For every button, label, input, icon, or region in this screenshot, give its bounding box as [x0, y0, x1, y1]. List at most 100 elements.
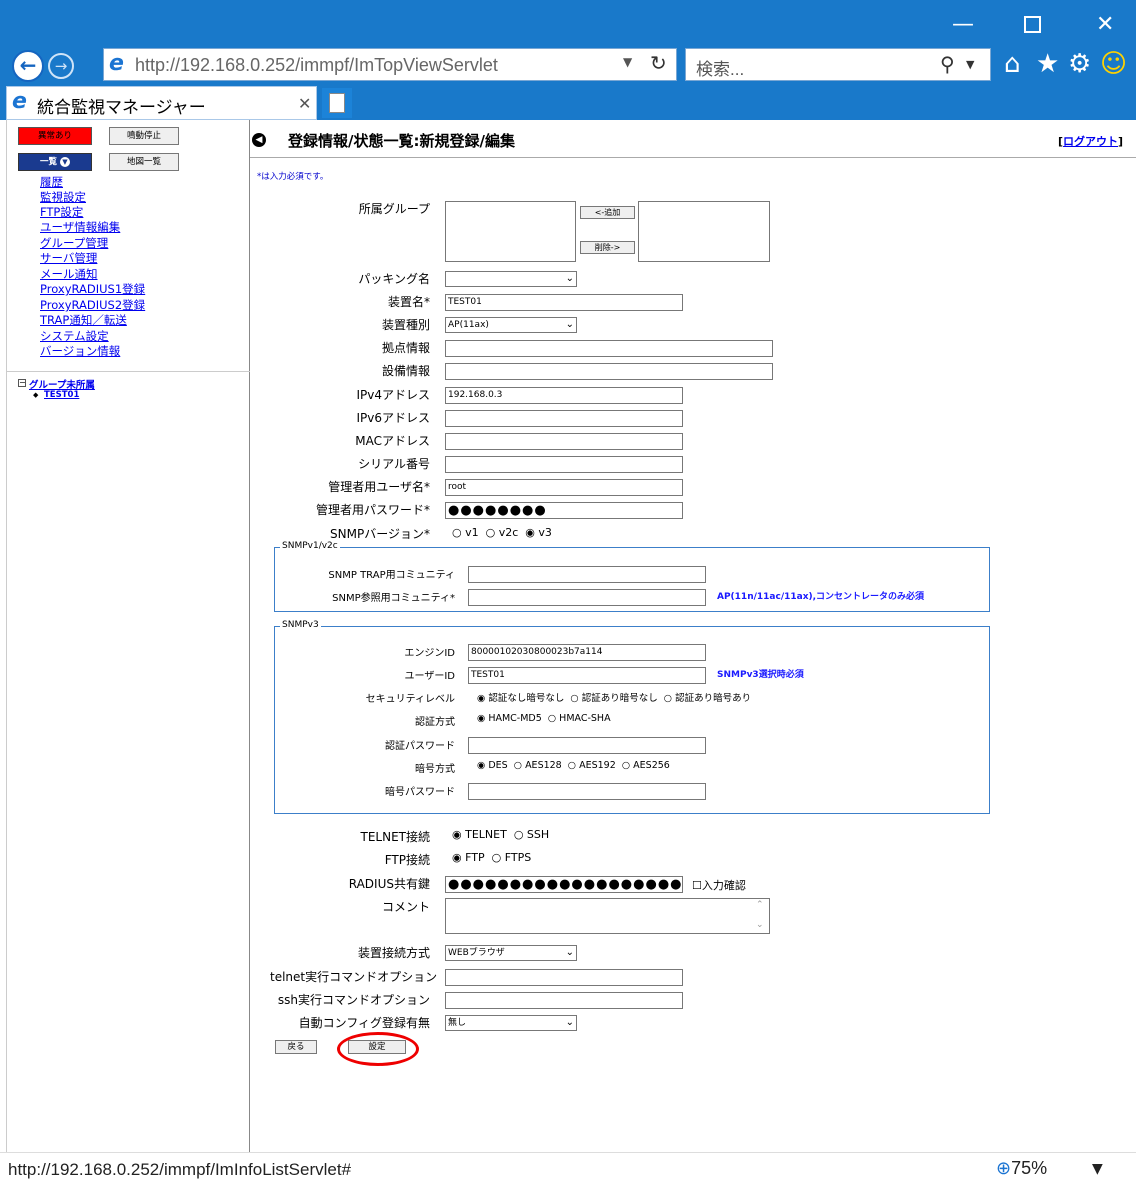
- close-icon[interactable]: ✕: [1096, 14, 1114, 36]
- address-bar[interactable]: e http://192.168.0.252/immpf/ImTopViewSe…: [103, 48, 677, 81]
- search-box[interactable]: 検索... ⚲ ▼: [685, 48, 991, 81]
- radio-off-icon[interactable]: ○: [514, 760, 522, 771]
- radio-on-icon[interactable]: ◉: [452, 851, 462, 864]
- maximize-icon[interactable]: [1024, 16, 1041, 33]
- zoom-level[interactable]: ⊕75%: [996, 1158, 1047, 1179]
- snmp-v2c-label: v2c: [498, 526, 519, 539]
- close-tab-icon[interactable]: ✕: [298, 94, 311, 113]
- smiley-icon[interactable]: ☺: [1100, 50, 1127, 78]
- nav-system-settings[interactable]: システム設定: [40, 330, 109, 343]
- nav-version-info[interactable]: バージョン情報: [40, 345, 120, 358]
- radio-off-icon[interactable]: ○: [486, 526, 496, 539]
- logout-link[interactable]: ログアウト: [1063, 135, 1118, 148]
- auth-password-input[interactable]: [468, 737, 706, 754]
- refresh-icon[interactable]: ↻: [650, 51, 667, 75]
- nav-user-edit[interactable]: ユーザ情報編集: [40, 221, 120, 234]
- equip-input[interactable]: [445, 363, 773, 380]
- trap-community-input[interactable]: [468, 566, 706, 583]
- available-group-list[interactable]: [638, 201, 770, 262]
- radio-off-icon[interactable]: ○: [570, 693, 578, 704]
- back-circle-icon[interactable]: ◀: [252, 133, 266, 147]
- forward-button[interactable]: →: [48, 53, 74, 79]
- home-icon[interactable]: ⌂: [1004, 50, 1021, 78]
- admin-user-input[interactable]: root: [445, 479, 683, 496]
- radio-off-icon[interactable]: ○: [548, 713, 556, 724]
- tree-device-link[interactable]: TEST01: [44, 390, 79, 400]
- admin-password-input[interactable]: ●●●●●●●●: [445, 502, 683, 519]
- radio-on-icon[interactable]: ◉: [477, 693, 485, 704]
- ref-community-hint: AP(11n/11ac/11ax),コンセントレータのみ必須: [717, 592, 925, 602]
- ipv6-input[interactable]: [445, 410, 683, 427]
- collapse-icon[interactable]: −: [18, 379, 26, 387]
- ipv4-input[interactable]: 192.168.0.3: [445, 387, 683, 404]
- radius-key-input[interactable]: ●●●●●●●●●●●●●●●●●●●●●●●: [445, 876, 683, 893]
- nav-server-manage[interactable]: サーバ管理: [40, 252, 97, 265]
- scroll-arrows-icon[interactable]: ⌃ ⌄: [756, 900, 764, 930]
- nav-history[interactable]: 履歴: [40, 176, 63, 189]
- site-input[interactable]: [445, 340, 773, 357]
- minimize-icon[interactable]: —: [952, 14, 974, 36]
- radio-on-icon[interactable]: ◉: [452, 828, 462, 841]
- mac-input[interactable]: [445, 433, 683, 450]
- ftps-option-label: FTPS: [504, 851, 532, 864]
- radio-off-icon[interactable]: ○: [664, 693, 672, 704]
- alarm-button[interactable]: 異常あり: [18, 127, 92, 145]
- conn-method-select[interactable]: WEBブラウザ ⌄: [445, 945, 577, 961]
- map-button[interactable]: 地図一覧: [109, 153, 179, 171]
- radio-on-icon[interactable]: ◉: [477, 713, 485, 724]
- nav-group-manage[interactable]: グループ管理: [40, 237, 108, 250]
- device-name-input[interactable]: TEST01: [445, 294, 683, 311]
- star-icon[interactable]: ★: [1036, 50, 1059, 78]
- sidebar-divider: [7, 371, 250, 372]
- nav-monitor-settings[interactable]: 監視設定: [40, 191, 86, 204]
- group-list[interactable]: [445, 201, 576, 262]
- ftp-group: ◉ FTP ○ FTPS: [452, 851, 531, 864]
- mute-button[interactable]: 鳴動停止: [109, 127, 179, 145]
- device-type-select[interactable]: AP(11ax) ⌄: [445, 317, 577, 333]
- ref-community-input[interactable]: [468, 589, 706, 606]
- nav-proxyradius2[interactable]: ProxyRADIUS2登録: [40, 299, 145, 312]
- radio-off-icon[interactable]: ○: [514, 828, 524, 841]
- auto-config-select[interactable]: 無し ⌄: [445, 1015, 577, 1031]
- tree-group-link[interactable]: グループ未所属: [29, 377, 95, 391]
- remove-group-button[interactable]: 削除->: [580, 241, 635, 254]
- radio-on-icon[interactable]: ◉: [477, 760, 485, 771]
- nav-mail-notify[interactable]: メール通知: [40, 268, 98, 281]
- address-url[interactable]: http://192.168.0.252/immpf/ImTopViewServ…: [135, 55, 498, 76]
- chevron-down-icon[interactable]: ▼: [1092, 1161, 1103, 1177]
- engine-id-input[interactable]: 80000102030800023b7a114: [468, 644, 706, 661]
- tab-active[interactable]: e 統合監視マネージャー ✕: [6, 86, 317, 120]
- status-bar: http://192.168.0.252/immpf/ImInfoListSer…: [0, 1152, 1136, 1185]
- radio-off-icon[interactable]: ○: [452, 526, 462, 539]
- back-button-form[interactable]: 戻る: [275, 1040, 317, 1054]
- comment-textarea[interactable]: [445, 898, 770, 934]
- packing-select[interactable]: ⌄: [445, 271, 577, 287]
- nav-ftp-settings[interactable]: FTP設定: [40, 206, 83, 219]
- radio-off-icon[interactable]: ○: [568, 760, 576, 771]
- nav-trap[interactable]: TRAP通知／転送: [40, 314, 127, 327]
- list-button[interactable]: 一覧 ▼: [18, 153, 92, 171]
- ssh-option-label: SSH: [526, 828, 550, 841]
- checkbox-icon[interactable]: ☐: [692, 879, 702, 892]
- chevron-down-icon[interactable]: ▼: [623, 55, 632, 69]
- radio-off-icon[interactable]: ○: [622, 760, 630, 771]
- add-group-button[interactable]: <-追加: [580, 206, 635, 219]
- radio-on-icon[interactable]: ◉: [525, 526, 535, 539]
- list-label: 一覧: [40, 157, 58, 167]
- ssh-opt-input[interactable]: [445, 992, 683, 1009]
- back-button[interactable]: ←: [12, 50, 44, 82]
- search-input[interactable]: 検索...: [696, 55, 744, 80]
- snmpv3-legend: SNMPv3: [280, 620, 321, 630]
- gear-icon[interactable]: ⚙: [1068, 50, 1091, 78]
- enc-password-input[interactable]: [468, 783, 706, 800]
- nav-proxyradius1[interactable]: ProxyRADIUS1登録: [40, 283, 145, 296]
- user-id-input[interactable]: TEST01: [468, 667, 706, 684]
- radio-off-icon[interactable]: ○: [492, 851, 502, 864]
- new-tab-button[interactable]: [322, 88, 352, 118]
- chevron-down-icon[interactable]: ▼: [966, 58, 974, 71]
- enc-des-label: DES: [488, 760, 508, 771]
- search-icon[interactable]: ⚲: [940, 52, 955, 76]
- browser-chrome: — ✕ ← → e http://192.168.0.252/immpf/ImT…: [0, 0, 1136, 120]
- telnet-opt-input[interactable]: [445, 969, 683, 986]
- serial-input[interactable]: [445, 456, 683, 473]
